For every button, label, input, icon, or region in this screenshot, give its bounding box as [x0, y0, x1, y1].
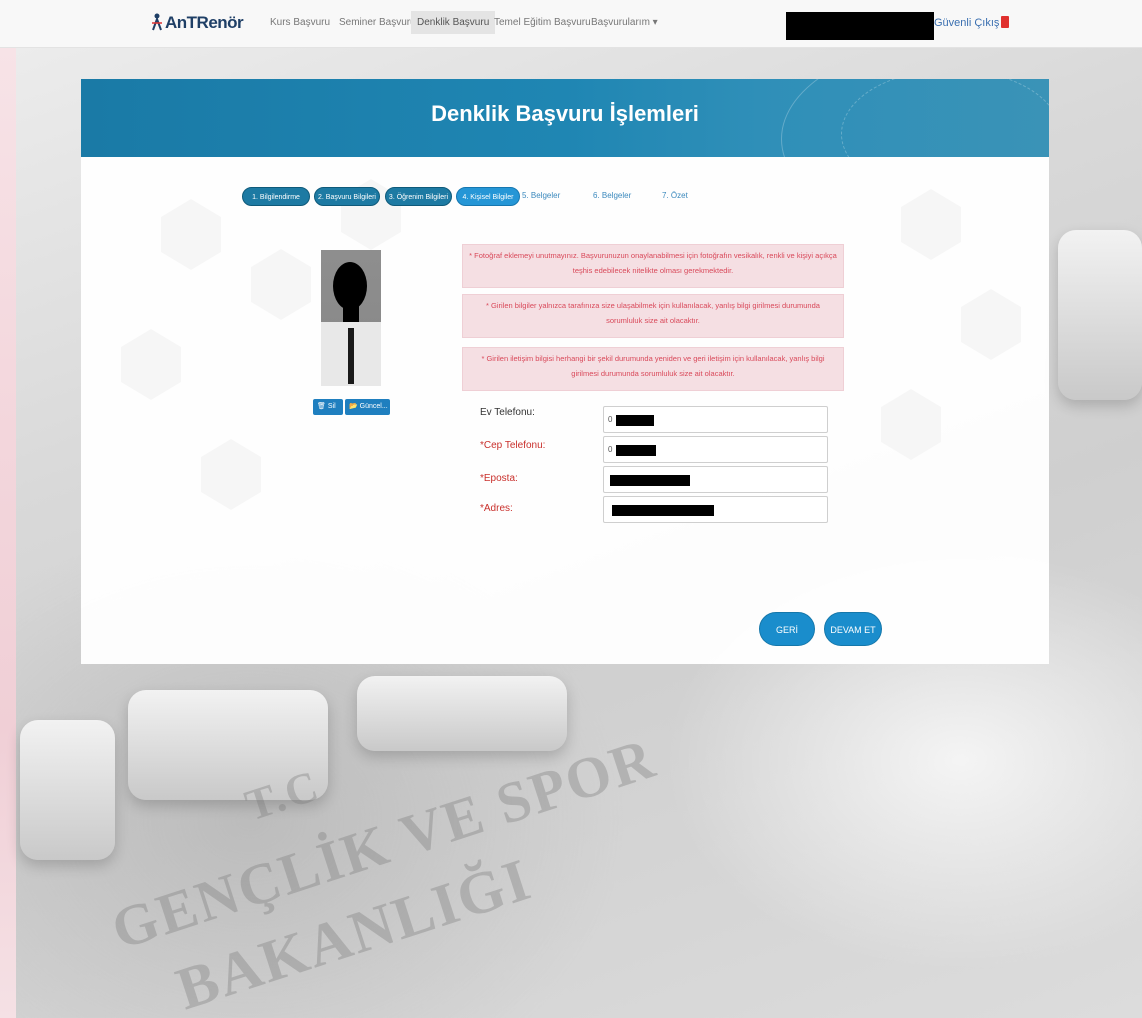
redacted-value	[610, 475, 690, 486]
logout-icon	[1001, 16, 1010, 28]
page-title: Denklik Başvuru İşlemleri	[431, 101, 699, 126]
background-key	[357, 676, 567, 751]
address-input[interactable]	[603, 496, 828, 523]
photo-upload-label: Güncel...	[359, 403, 388, 410]
step-5-belgeler[interactable]: 5. Belgeler	[522, 191, 560, 200]
page-header: Denklik Başvuru İşlemleri	[81, 79, 1049, 157]
back-button[interactable]: GERİ	[759, 612, 815, 646]
email-input[interactable]	[603, 466, 828, 493]
mobile-phone-value: 0	[608, 445, 613, 454]
step-3-ogrenim-bilgileri[interactable]: 3. Öğrenim Bilgileri	[385, 187, 452, 206]
redacted-user-name	[786, 12, 934, 40]
step-4-kisisel-bilgiler[interactable]: 4. Kişisel Bilgiler	[456, 187, 520, 206]
background-edge	[0, 48, 16, 1018]
mobile-phone-input[interactable]: 0	[603, 436, 828, 463]
profile-photo	[321, 250, 381, 386]
mobile-phone-label: *Cep Telefonu:	[480, 440, 546, 451]
photo-tie	[348, 328, 354, 384]
nav-denklik-basvuru[interactable]: Denklik Başvuru	[411, 11, 496, 34]
folder-icon: 📂	[349, 403, 358, 410]
photo-redacted-face	[333, 262, 367, 310]
home-phone-value: 0	[608, 415, 613, 424]
logo-icon	[152, 13, 162, 31]
photo-upload-button[interactable]: 📂 Güncel...	[345, 399, 390, 415]
home-phone-input[interactable]: 0	[603, 406, 828, 433]
nav-basvurularim-dropdown[interactable]: Başvurularım ▾	[591, 17, 658, 28]
photo-delete-label: Sil	[327, 403, 336, 410]
top-navbar: AnTRenör Kurs Başvuru Seminer Başvuru De…	[0, 0, 1142, 48]
step-1-bilgilendirme[interactable]: 1. Bilgilendirme	[242, 187, 310, 206]
continue-button[interactable]: DEVAM ET	[824, 612, 882, 646]
address-label: *Adres:	[480, 503, 513, 514]
step-6-belgeler[interactable]: 6. Belgeler	[593, 191, 631, 200]
logout-link[interactable]: Güvenli Çıkış	[934, 16, 1010, 29]
alert-contact-warning: * Girilen iletişim bilgisi herhangi bir …	[462, 347, 844, 391]
brand-link[interactable]: AnTRenör	[150, 13, 244, 33]
email-label: *Eposta:	[480, 473, 518, 484]
main-card	[81, 157, 1049, 664]
home-phone-label: Ev Telefonu:	[480, 407, 535, 418]
hexagon-pattern	[121, 179, 1021, 510]
alert-photo-warning: * Fotoğraf eklemeyi unutmayınız. Başvuru…	[462, 244, 844, 288]
nav-temel-egitim-basvuru[interactable]: Temel Eğitim Başvuru	[494, 17, 591, 28]
logout-label: Güvenli Çıkış	[934, 17, 1000, 29]
step-7-ozet[interactable]: 7. Özet	[662, 191, 688, 200]
nav-seminer-basvuru[interactable]: Seminer Başvuru	[339, 17, 416, 28]
alert-info-warning: * Girilen bilgiler yalnızca tarafınıza s…	[462, 294, 844, 338]
step-2-basvuru-bilgileri[interactable]: 2. Başvuru Bilgileri	[314, 187, 380, 206]
redacted-value	[612, 505, 714, 516]
background-key	[20, 720, 115, 860]
redacted-value	[616, 445, 656, 456]
nav-kurs-basvuru[interactable]: Kurs Başvuru	[270, 17, 330, 28]
photo-delete-button[interactable]: 🗑 Sil	[313, 399, 343, 415]
trash-icon: 🗑	[317, 403, 326, 410]
brand-name: AnTRenör	[165, 13, 244, 32]
background-key	[1058, 230, 1142, 400]
redacted-value	[616, 415, 654, 426]
